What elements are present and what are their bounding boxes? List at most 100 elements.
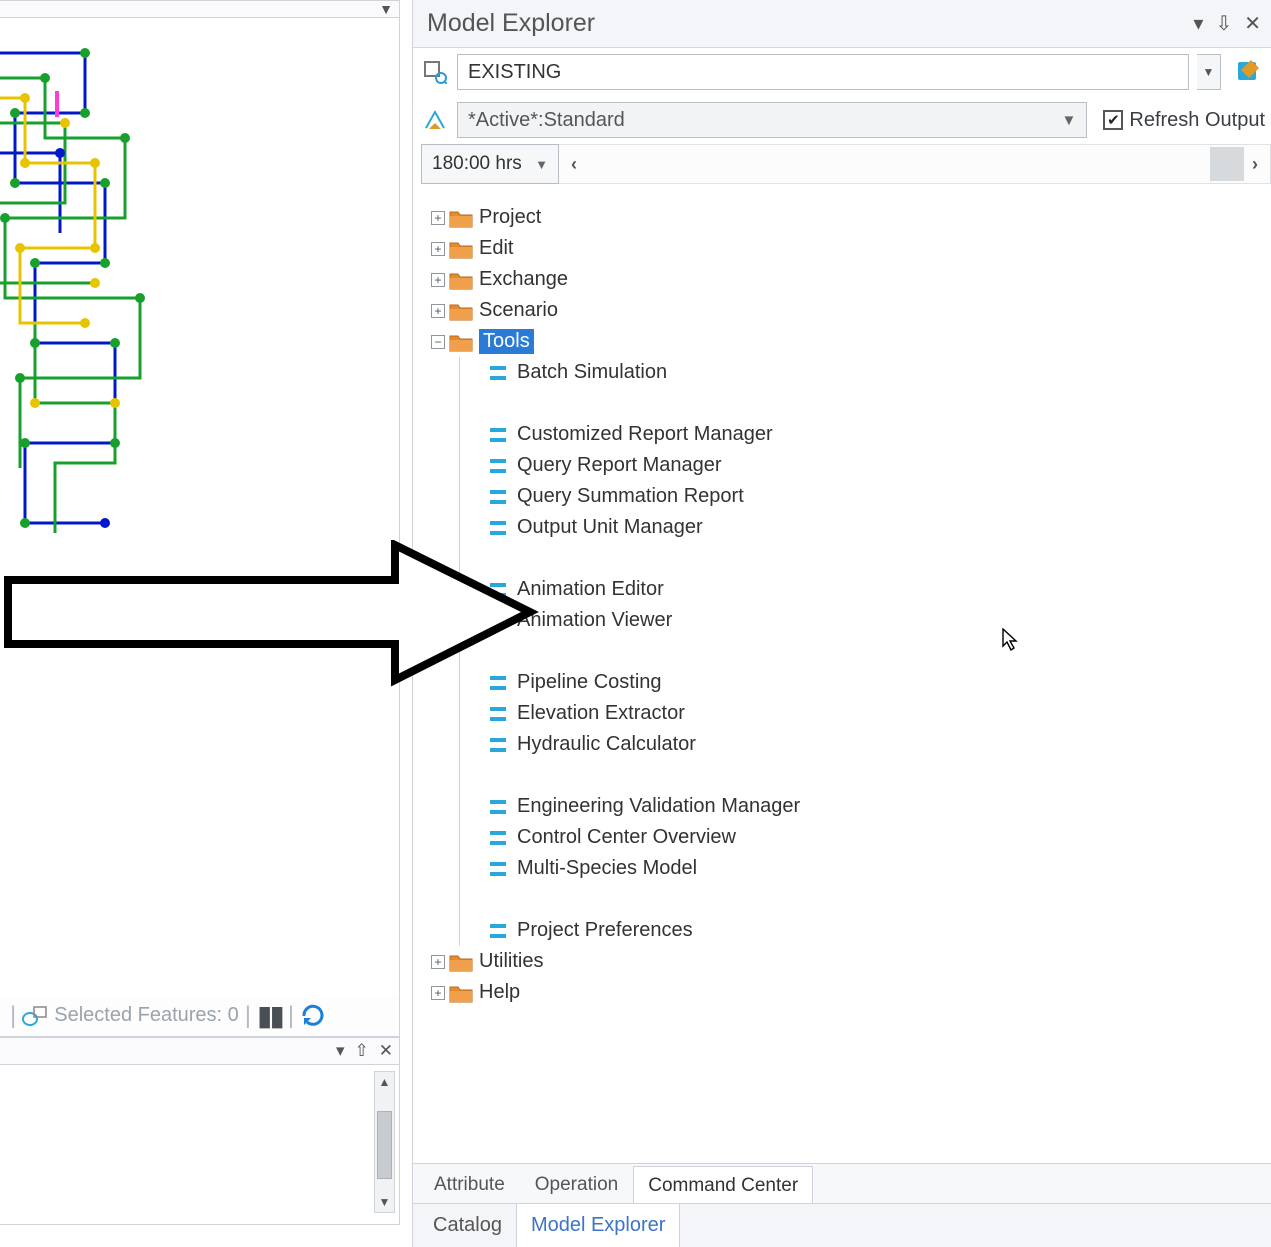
active-icon[interactable]	[421, 106, 449, 134]
dropdown-icon[interactable]: ▾	[1193, 11, 1203, 36]
canvas-header: ▼	[0, 0, 400, 18]
expand-icon[interactable]: +	[431, 273, 445, 287]
tree-node-label: Project	[479, 206, 541, 229]
tree-node-label: Scenario	[479, 299, 558, 322]
search-scenario-icon[interactable]	[421, 58, 449, 86]
scenario-dropdown-button[interactable]: ▼	[1197, 54, 1221, 90]
folder-icon	[449, 983, 473, 1003]
folder-icon	[449, 239, 473, 259]
scenario-combo[interactable]: EXISTING	[457, 54, 1189, 90]
map-canvas[interactable]	[0, 18, 400, 995]
canvas-panel: ▼	[0, 0, 400, 1237]
tree-item-label: Engineering Validation Manager	[517, 795, 800, 818]
tree-item-label: Animation Viewer	[517, 609, 672, 632]
tool-item-icon	[487, 796, 509, 818]
refresh-output-label: Refresh Output	[1129, 109, 1265, 132]
expand-icon[interactable]: +	[431, 242, 445, 256]
scenario-value: EXISTING	[468, 61, 561, 84]
tab-attribute[interactable]: Attribute	[419, 1165, 520, 1203]
tab-catalog[interactable]: Catalog	[419, 1204, 516, 1247]
selection-icon[interactable]	[22, 1005, 48, 1027]
tab-model-explorer[interactable]: Model Explorer	[516, 1203, 681, 1247]
tree-item-label: Batch Simulation	[517, 361, 667, 384]
tree-node-label: Edit	[479, 237, 513, 260]
close-icon[interactable]: ✕	[1244, 11, 1261, 36]
edit-scenario-icon[interactable]	[1235, 57, 1265, 87]
tree-item[interactable]: Engineering Validation Manager	[487, 791, 1261, 822]
panel-title-bar: Model Explorer ▾ ⇩ ✕	[413, 0, 1271, 48]
time-combo[interactable]: 180:00 hrs ▼	[421, 144, 559, 184]
pause-button[interactable]: ▮▮	[257, 999, 282, 1032]
close-icon[interactable]: ✕	[379, 1041, 393, 1061]
tree-item[interactable]: Query Report Manager	[487, 450, 1261, 481]
collapse-icon[interactable]: −	[431, 335, 445, 349]
tree-node-edit[interactable]: + Edit	[431, 233, 1261, 264]
scroll-up-icon[interactable]: ▲	[375, 1072, 394, 1092]
tree-node-scenario[interactable]: + Scenario	[431, 295, 1261, 326]
mouse-cursor-icon	[1002, 628, 1020, 652]
tree-node-project[interactable]: + Project	[431, 202, 1261, 233]
tree-item[interactable]: Animation Editor	[487, 574, 1261, 605]
tree-node-label: Exchange	[479, 268, 568, 291]
refresh-button[interactable]	[300, 1003, 326, 1029]
pin-icon[interactable]: ⇧	[355, 1041, 369, 1061]
model-explorer-panel: Model Explorer ▾ ⇩ ✕ EXISTING ▼ *Active*…	[412, 0, 1271, 1247]
tree-item[interactable]: Multi-Species Model	[487, 853, 1261, 884]
time-value: 180:00 hrs	[432, 153, 522, 175]
tree-item-label: Project Preferences	[517, 919, 693, 942]
chevron-down-icon: ▼	[535, 157, 548, 172]
bottom-panel-body: ▲ ▼	[0, 1065, 400, 1225]
tree-node-exchange[interactable]: + Exchange	[431, 264, 1261, 295]
tree-item[interactable]: Project Preferences	[487, 915, 1261, 946]
tool-item-icon	[487, 486, 509, 508]
tree-node-tools[interactable]: − Tools	[431, 326, 1261, 357]
scroll-down-icon[interactable]: ▼	[375, 1192, 394, 1212]
tab-command-center[interactable]: Command Center	[633, 1166, 813, 1204]
tree-item[interactable]: Pipeline Costing	[487, 667, 1261, 698]
tree-item[interactable]: Batch Simulation	[487, 357, 1261, 388]
pin-icon[interactable]: ⇩	[1215, 11, 1232, 36]
active-combo[interactable]: *Active*:Standard ▼	[457, 102, 1087, 138]
dropdown-icon[interactable]: ▼	[379, 1, 393, 17]
tree-node-label: Help	[479, 981, 520, 1004]
tree-item[interactable]: Elevation Extractor	[487, 698, 1261, 729]
tool-item-icon	[487, 455, 509, 477]
tree-node-label: Tools	[479, 329, 534, 354]
tool-item-icon	[487, 734, 509, 756]
tree-item[interactable]: Hydraulic Calculator	[487, 729, 1261, 760]
tool-item-icon	[487, 424, 509, 446]
selected-features-label: Selected Features: 0	[54, 1004, 239, 1027]
canvas-status-bar: | Selected Features: 0 | ▮▮ |	[0, 995, 400, 1037]
folder-icon	[449, 952, 473, 972]
refresh-output-checkbox[interactable]: ✔ Refresh Output	[1103, 109, 1265, 132]
tab-operation[interactable]: Operation	[520, 1165, 633, 1203]
tree-item[interactable]: Query Summation Report	[487, 481, 1261, 512]
checkmark-icon: ✔	[1103, 110, 1123, 130]
tree-node-utilities[interactable]: + Utilities	[431, 946, 1261, 977]
bottom-panel-header: ▾ ⇧ ✕	[0, 1037, 400, 1065]
vertical-scrollbar[interactable]: ▲ ▼	[374, 1071, 395, 1213]
dropdown-icon[interactable]: ▾	[336, 1041, 345, 1061]
tree-item[interactable]: Control Center Overview	[487, 822, 1261, 853]
tree-node-label: Utilities	[479, 950, 543, 973]
slider-thumb[interactable]	[1210, 147, 1244, 181]
expand-icon[interactable]: +	[431, 986, 445, 1000]
expand-icon[interactable]: +	[431, 304, 445, 318]
folder-icon	[449, 301, 473, 321]
time-slider[interactable]: ‹ ›	[559, 144, 1271, 184]
tree-item-label: Animation Editor	[517, 578, 664, 601]
folder-icon	[449, 332, 473, 352]
scrollbar-thumb[interactable]	[377, 1111, 392, 1179]
scroll-left-icon[interactable]: ‹	[563, 149, 585, 179]
tree-item[interactable]: Animation Viewer	[487, 605, 1261, 636]
scroll-right-icon[interactable]: ›	[1244, 149, 1266, 179]
tree-item[interactable]: Output Unit Manager	[487, 512, 1261, 543]
tree-item-label: Output Unit Manager	[517, 516, 703, 539]
tree-item-label: Query Report Manager	[517, 454, 722, 477]
tool-item-icon	[487, 858, 509, 880]
tree-node-help[interactable]: + Help	[431, 977, 1261, 1008]
expand-icon[interactable]: +	[431, 955, 445, 969]
tree-item[interactable]: Customized Report Manager	[487, 419, 1261, 450]
tool-item-icon	[487, 672, 509, 694]
expand-icon[interactable]: +	[431, 211, 445, 225]
